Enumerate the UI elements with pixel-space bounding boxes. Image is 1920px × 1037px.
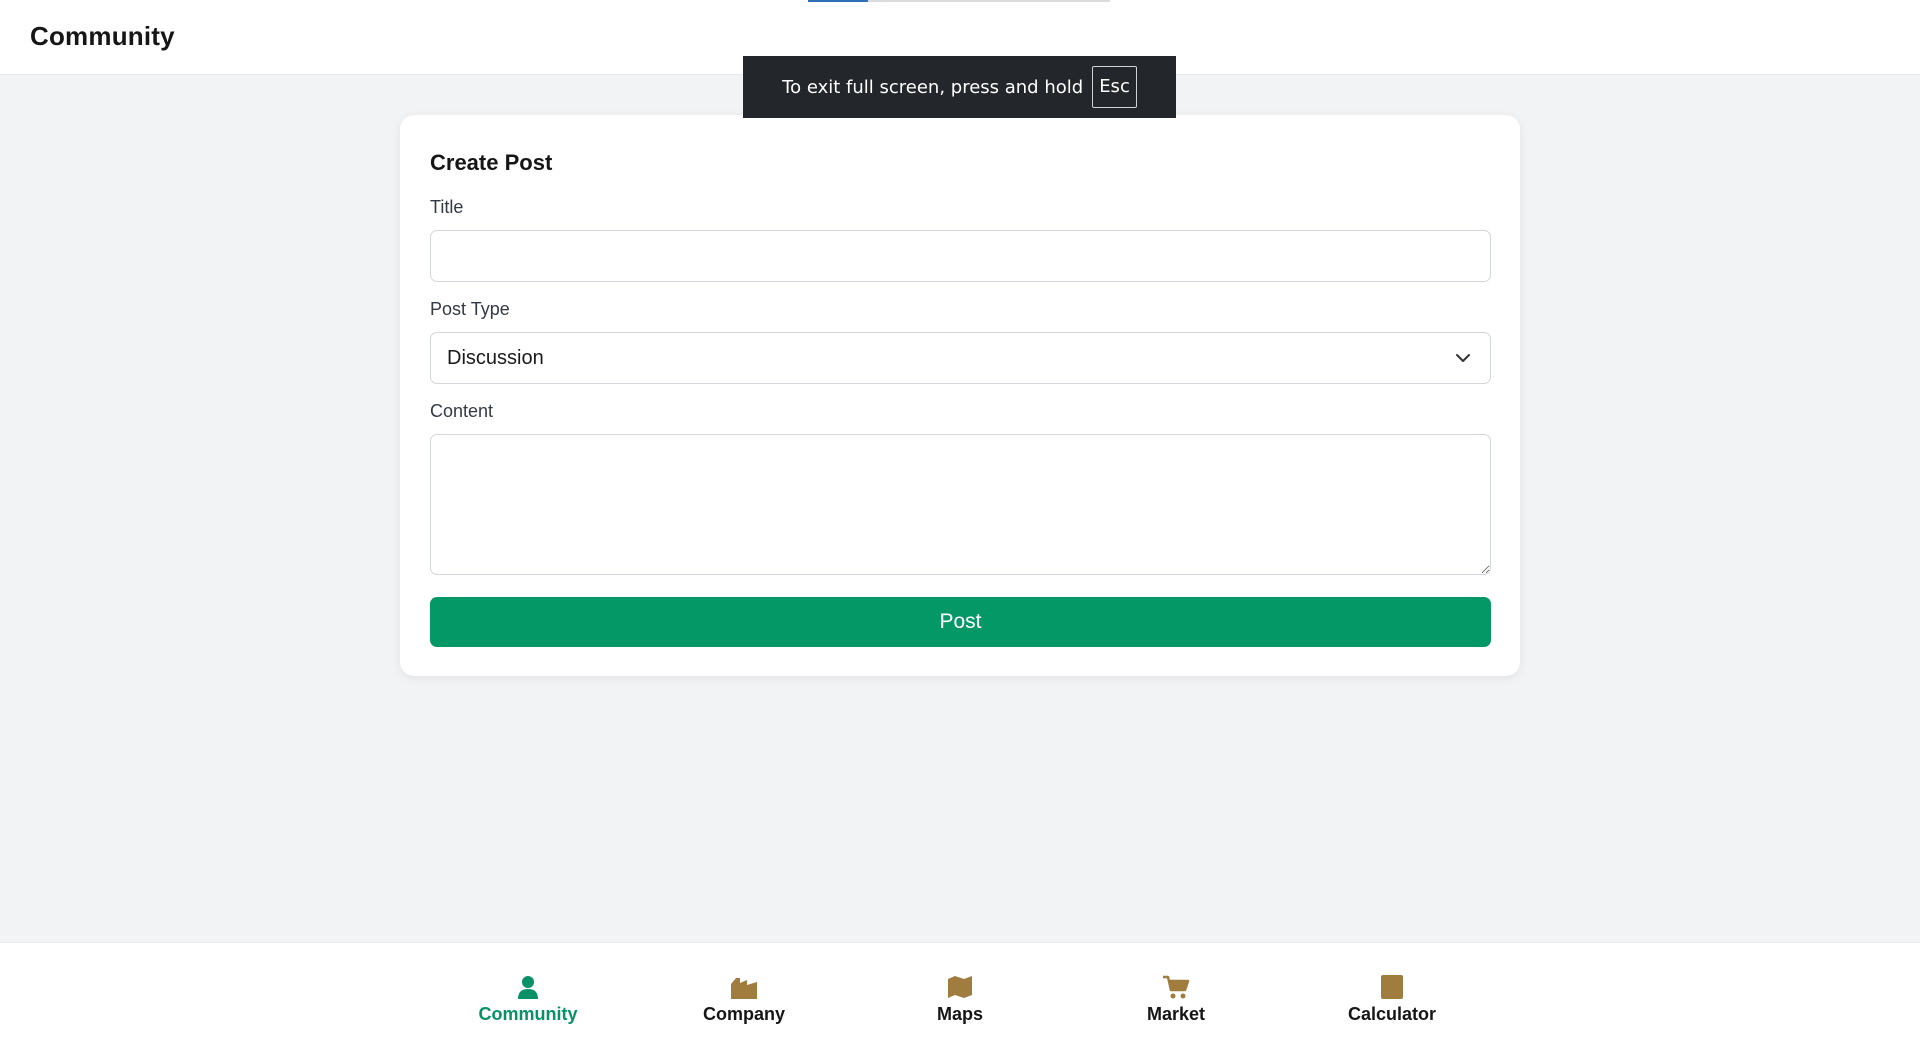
nav-item-community[interactable]: Community: [438, 974, 618, 1025]
esc-key-badge: Esc: [1092, 66, 1137, 108]
nav-label-market: Market: [1146, 1004, 1206, 1024]
page-title: Community: [30, 21, 175, 51]
nav-label-community: Community: [478, 1004, 578, 1024]
nav-item-company[interactable]: Company: [654, 974, 834, 1025]
loading-progress-bar: [808, 0, 1110, 2]
nav-label-maps: Maps: [936, 1004, 983, 1024]
person-icon: [518, 976, 538, 999]
calculator-icon: [1381, 975, 1403, 999]
post-button[interactable]: Post: [430, 597, 1491, 647]
content-textarea[interactable]: [430, 434, 1491, 575]
post-type-label: Post Type: [430, 299, 510, 319]
create-post-heading: Create Post: [430, 150, 553, 175]
factory-icon: [731, 978, 757, 999]
content-label: Content: [430, 401, 494, 421]
map-icon: [948, 976, 972, 998]
post-type-select[interactable]: Discussion: [430, 332, 1491, 384]
nav-label-company: Company: [702, 1004, 785, 1024]
bottom-navigation: Community Company Maps Market Calculator: [0, 942, 1920, 1037]
loading-progress-fill: [808, 0, 869, 2]
nav-item-market[interactable]: Market: [1086, 974, 1266, 1025]
nav-item-maps[interactable]: Maps: [870, 974, 1050, 1025]
create-post-card: Create Post Title Post Type Discussion C…: [400, 115, 1520, 676]
nav-item-calculator[interactable]: Calculator: [1302, 974, 1482, 1025]
title-label: Title: [430, 197, 464, 217]
cart-icon: [1163, 975, 1190, 999]
chevron-down-icon: [1456, 354, 1470, 362]
nav-label-calculator: Calculator: [1347, 1004, 1437, 1024]
title-input[interactable]: [430, 230, 1491, 282]
post-type-selected-value: Discussion: [447, 347, 544, 369]
fullscreen-notice-text: To exit full screen, press and hold: [782, 76, 1084, 98]
fullscreen-exit-notice: To exit full screen, press and hold Esc: [743, 56, 1176, 118]
